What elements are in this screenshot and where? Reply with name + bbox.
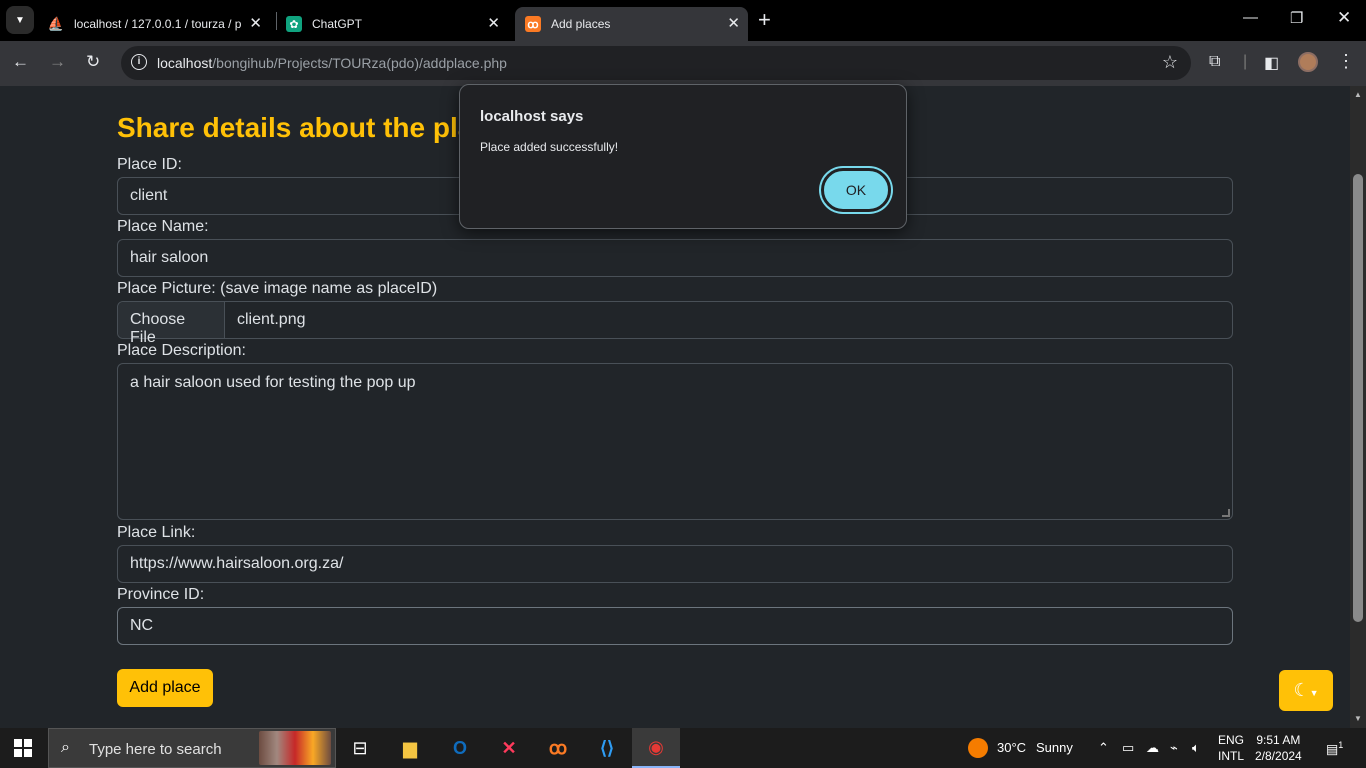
- caret-down-icon: ▼: [1309, 688, 1319, 698]
- vscode-icon[interactable]: ⟨⟩: [593, 734, 621, 762]
- weather-temperature[interactable]: 30°C: [997, 740, 1026, 755]
- bookmark-star-icon[interactable]: ☆: [1162, 52, 1178, 73]
- place-name-input[interactable]: hair saloon: [117, 239, 1233, 277]
- tab-title: ChatGPT: [312, 17, 363, 31]
- place-picture-label: Place Picture: (save image name as place…: [117, 280, 438, 297]
- windows-taskbar: ⌕ Type here to search ⊟ ▆ O ✕ ꝏ ⟨⟩ ◉ 30°…: [0, 728, 1366, 768]
- restore-button[interactable]: ❐: [1290, 9, 1303, 27]
- notification-count: 1: [1338, 740, 1344, 750]
- outlook-icon[interactable]: O: [446, 734, 474, 762]
- add-place-button[interactable]: Add place: [117, 669, 213, 707]
- meet-now-icon[interactable]: ▭: [1122, 740, 1134, 756]
- language-indicator[interactable]: ENG INTL: [1218, 732, 1244, 764]
- tab-title: localhost / 127.0.0.1 / tourza / p: [74, 17, 242, 31]
- place-description-label: Place Description:: [117, 342, 246, 359]
- alert-dialog: localhost says Place added successfully!…: [459, 84, 907, 229]
- weather-description[interactable]: Sunny: [1036, 740, 1073, 755]
- network-icon[interactable]: ⌁: [1170, 740, 1178, 756]
- forward-button[interactable]: →: [49, 52, 66, 72]
- windows-logo-icon: [14, 739, 22, 747]
- tab-chatgpt[interactable]: ✿ ChatGPT ✕: [276, 7, 508, 41]
- system-clock[interactable]: 9:51 AM 2/8/2024: [1255, 732, 1302, 764]
- search-icon: ⌕: [61, 739, 70, 756]
- site-info-icon[interactable]: i: [131, 54, 147, 70]
- minimize-button[interactable]: —: [1243, 9, 1258, 26]
- taskbar-search[interactable]: ⌕ Type here to search: [48, 728, 336, 768]
- chevron-down-icon: ▼: [15, 14, 25, 26]
- clock-date: 2/8/2024: [1255, 749, 1302, 763]
- url-text: localhost/bongihub/Projects/TOURza(pdo)/…: [157, 55, 507, 71]
- clock-time: 9:51 AM: [1256, 733, 1301, 747]
- search-highlight-image[interactable]: [259, 731, 331, 765]
- page-title: Share details about the place: [117, 112, 505, 143]
- keyboard-layout: INTL: [1218, 749, 1245, 763]
- dialog-title: localhost says: [480, 108, 584, 125]
- theme-toggle-button[interactable]: ☾▼: [1279, 670, 1333, 711]
- onedrive-icon[interactable]: ☁: [1146, 740, 1159, 756]
- search-placeholder: Type here to search: [89, 741, 222, 758]
- chatgpt-icon: ✿: [286, 16, 302, 32]
- xampp-taskbar-icon[interactable]: ꝏ: [544, 734, 572, 762]
- weather-sun-icon: [968, 738, 988, 758]
- place-name-label: Place Name:: [117, 218, 209, 235]
- xmind-icon[interactable]: ✕: [495, 734, 523, 762]
- volume-icon[interactable]: 🔈︎: [1192, 740, 1200, 756]
- province-id-label: Province ID:: [117, 586, 205, 603]
- selected-file-name: client.png: [237, 311, 306, 328]
- description-text: a hair saloon used for testing the pop u…: [130, 374, 416, 391]
- place-link-input[interactable]: https://www.hairsaloon.org.za/: [117, 545, 1233, 583]
- resize-handle-icon[interactable]: [1222, 509, 1230, 517]
- browser-tab-bar: ▼ ⛵ localhost / 127.0.0.1 / tourza / p ✕…: [0, 0, 1366, 41]
- xampp-icon: ꝏ: [525, 16, 541, 32]
- notification-center-icon[interactable]: ▤1: [1326, 740, 1343, 757]
- tab-phpmyadmin[interactable]: ⛵ localhost / 127.0.0.1 / tourza / p ✕: [38, 7, 270, 41]
- page-scrollbar[interactable]: ▲ ▼: [1350, 86, 1366, 728]
- tab-title: Add places: [551, 17, 611, 31]
- show-hidden-icons-icon[interactable]: ⌃: [1098, 740, 1109, 756]
- start-button[interactable]: [14, 739, 32, 757]
- window-close-button[interactable]: ✕: [1337, 8, 1351, 28]
- dialog-message: Place added successfully!: [480, 140, 619, 154]
- choose-file-button[interactable]: Choose File: [118, 302, 225, 346]
- scroll-down-icon[interactable]: ▼: [1354, 714, 1362, 723]
- ok-button[interactable]: OK: [821, 168, 891, 212]
- place-picture-file-input[interactable]: Choose File client.png: [117, 301, 1233, 346]
- tab-add-places[interactable]: ꝏ Add places ✕: [515, 7, 748, 41]
- scroll-up-icon[interactable]: ▲: [1354, 90, 1362, 99]
- back-button[interactable]: ←: [12, 52, 29, 72]
- place-id-label: Place ID:: [117, 156, 182, 173]
- task-view-icon[interactable]: ⊟: [346, 734, 374, 762]
- menu-icon[interactable]: ⋮: [1337, 51, 1355, 72]
- address-bar[interactable]: i localhost/bongihub/Projects/TOURza(pdo…: [121, 46, 1191, 80]
- profile-avatar[interactable]: [1298, 52, 1318, 72]
- toolbar-divider: |: [1243, 53, 1248, 70]
- browser-toolbar: ← → ↻ i localhost/bongihub/Projects/TOUR…: [0, 41, 1366, 86]
- side-panel-icon[interactable]: ◧: [1264, 53, 1279, 73]
- language-code: ENG: [1218, 733, 1245, 747]
- new-tab-button[interactable]: +: [758, 8, 771, 32]
- extensions-icon[interactable]: ⧉: [1209, 53, 1220, 71]
- place-link-label: Place Link:: [117, 524, 196, 541]
- reload-button[interactable]: ↻: [86, 52, 100, 72]
- close-icon[interactable]: ✕: [487, 16, 500, 32]
- chrome-taskbar-icon[interactable]: ◉: [632, 728, 680, 768]
- place-description-textarea[interactable]: a hair saloon used for testing the pop u…: [117, 363, 1233, 520]
- phpmyadmin-icon: ⛵: [47, 16, 65, 31]
- scrollbar-thumb[interactable]: [1353, 174, 1363, 622]
- moon-icon: ☾: [1293, 680, 1310, 700]
- province-id-input[interactable]: NC: [117, 607, 1233, 645]
- file-explorer-icon[interactable]: ▆: [396, 734, 424, 762]
- close-icon[interactable]: ✕: [249, 16, 262, 32]
- close-icon[interactable]: ✕: [727, 16, 740, 32]
- tab-search-button[interactable]: ▼: [6, 6, 34, 34]
